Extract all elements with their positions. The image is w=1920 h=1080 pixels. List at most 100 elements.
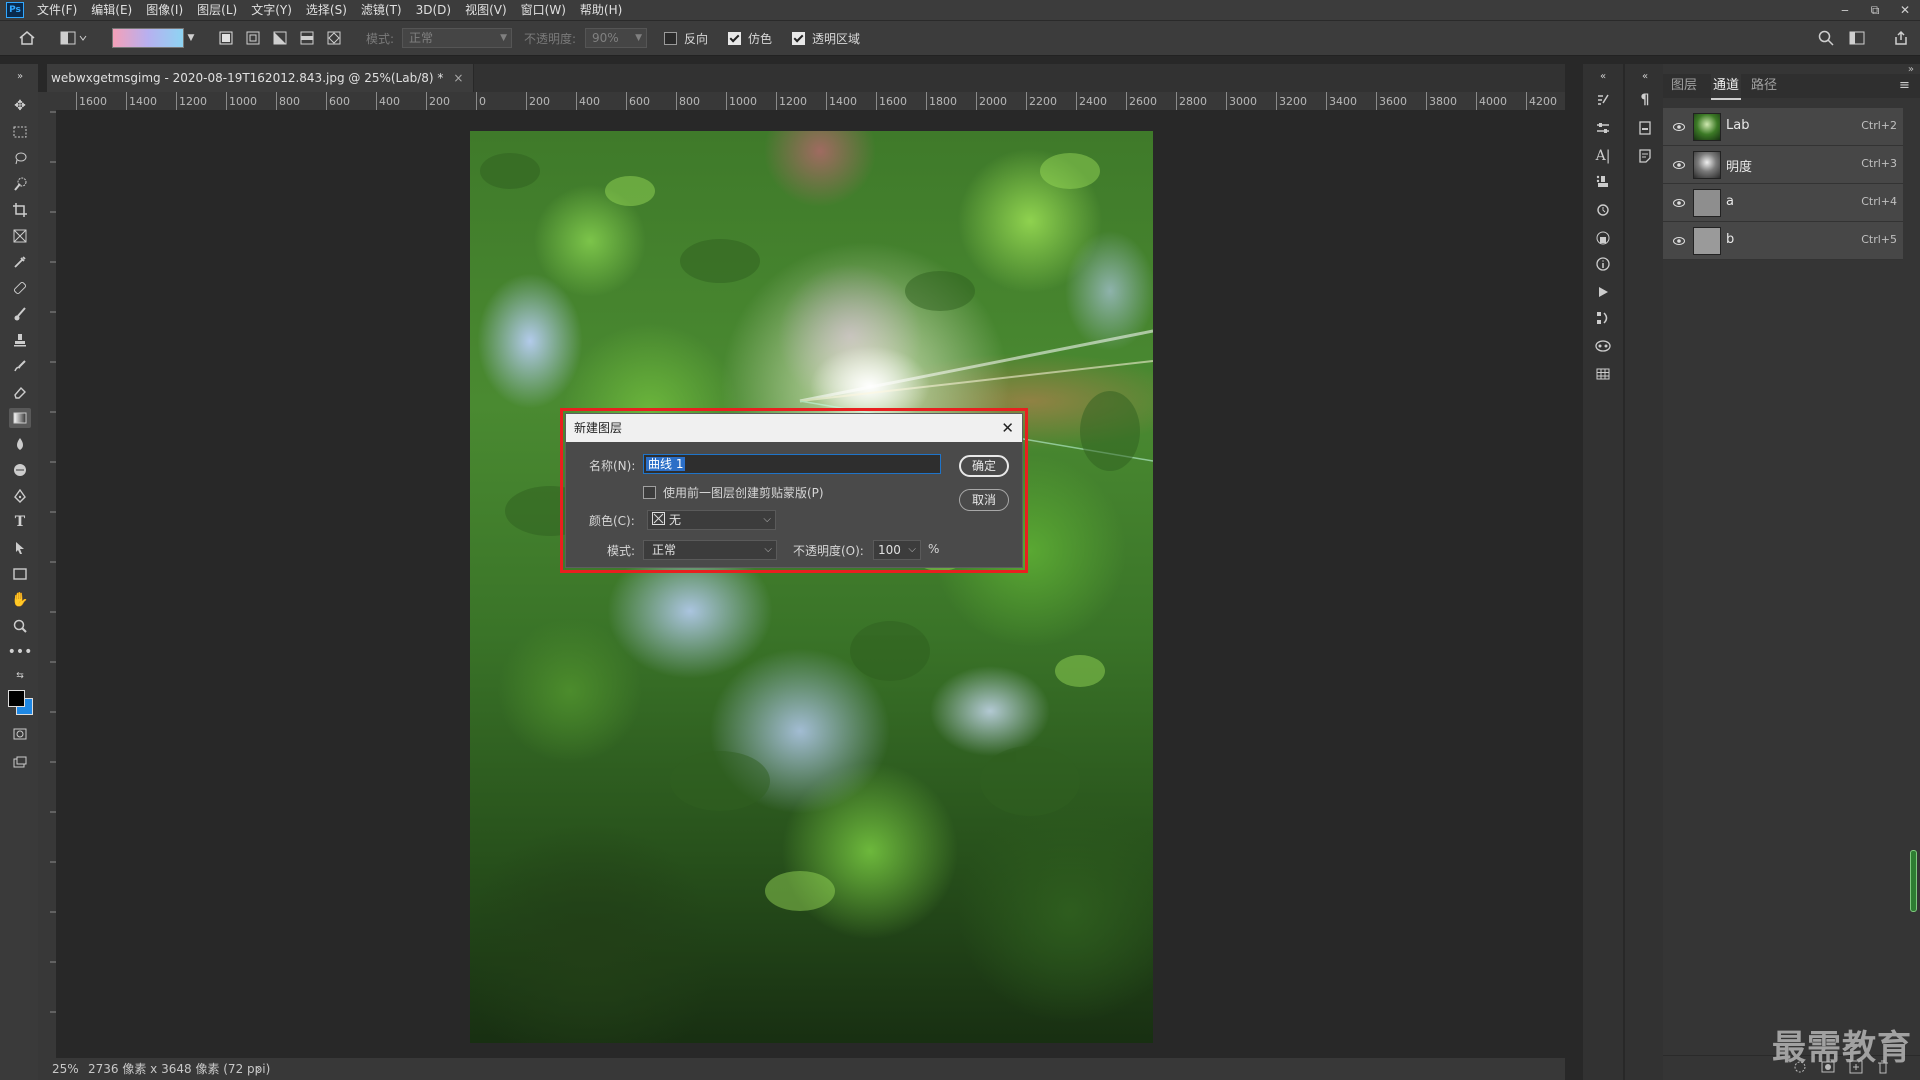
workspace-icon[interactable] <box>1846 28 1868 48</box>
channel-row-b[interactable]: b Ctrl+5 <box>1663 222 1903 260</box>
angle-gradient-icon[interactable] <box>270 28 290 48</box>
dither-checkbox[interactable] <box>728 31 741 45</box>
restore-icon[interactable]: ⧉ <box>1860 0 1890 20</box>
type-tool-icon[interactable]: T <box>9 512 31 532</box>
tool-preset-picker[interactable] <box>58 28 90 48</box>
pen-tool-icon[interactable] <box>9 486 31 506</box>
menu-image[interactable]: 图像(I) <box>139 0 190 20</box>
glyphs-icon[interactable] <box>1634 118 1656 138</box>
rectangle-tool-icon[interactable] <box>9 564 31 584</box>
channel-row-a[interactable]: a Ctrl+4 <box>1663 184 1903 222</box>
close-window-icon[interactable]: ✕ <box>1890 0 1920 20</box>
search-icon[interactable] <box>1815 28 1837 48</box>
eye-icon[interactable] <box>1673 120 1685 134</box>
eraser-tool-icon[interactable] <box>9 382 31 402</box>
dodge-tool-icon[interactable] <box>9 460 31 480</box>
zoom-level[interactable]: 25% <box>52 1058 79 1080</box>
crop-tool-icon[interactable] <box>9 200 31 220</box>
gradient-swatch[interactable] <box>111 28 184 48</box>
history-icon[interactable] <box>1592 200 1614 220</box>
opacity-input[interactable]: 90% ▼ <box>585 28 647 48</box>
notes-icon[interactable] <box>1634 146 1656 166</box>
clone-stamp-tool-icon[interactable] <box>9 330 31 350</box>
menu-type[interactable]: 文字(Y) <box>244 0 299 20</box>
tab-paths[interactable]: 路径 <box>1751 74 1781 98</box>
brush-settings-icon[interactable] <box>1592 90 1614 110</box>
diamond-gradient-icon[interactable] <box>324 28 344 48</box>
gradient-picker[interactable]: ▼ <box>110 28 196 48</box>
eye-icon[interactable] <box>1673 196 1685 210</box>
brush-tool-icon[interactable] <box>9 304 31 324</box>
document-tab[interactable]: webwxgetmsgimg - 2020-08-19T162012.843.j… <box>47 64 475 92</box>
more-tools-icon[interactable]: ••• <box>8 642 33 662</box>
tab-layers[interactable]: 图层 <box>1671 74 1701 98</box>
channel-row-lightness[interactable]: 明度 Ctrl+3 <box>1663 146 1903 184</box>
eye-icon[interactable] <box>1673 234 1685 248</box>
mode-select[interactable]: 正常 ⌵ <box>643 540 777 560</box>
menu-select[interactable]: 选择(S) <box>299 0 354 20</box>
quick-mask-icon[interactable] <box>9 724 31 744</box>
status-menu-arrow[interactable]: › <box>256 1058 261 1080</box>
minimize-icon[interactable]: ‒ <box>1830 0 1860 20</box>
tab-channels[interactable]: 通道 <box>1711 74 1741 100</box>
scrollbar[interactable] <box>1910 850 1917 912</box>
linear-gradient-icon[interactable] <box>216 28 236 48</box>
clone-source-icon[interactable] <box>1592 172 1614 192</box>
chevron-down-icon[interactable]: ⌵ <box>908 541 916 559</box>
color-select[interactable]: 无 ⌵ <box>647 510 776 530</box>
channel-row-lab[interactable]: Lab Ctrl+2 <box>1663 108 1903 146</box>
hand-tool-icon[interactable]: ✋ <box>9 590 31 610</box>
frame-tool-icon[interactable] <box>9 226 31 246</box>
reverse-checkbox[interactable] <box>664 31 677 45</box>
eyedropper-tool-icon[interactable] <box>9 252 31 272</box>
3d-icon[interactable] <box>1592 336 1614 356</box>
quick-selection-tool-icon[interactable] <box>9 174 31 194</box>
character-icon[interactable]: A| <box>1592 146 1614 166</box>
path-selection-tool-icon[interactable] <box>9 538 31 558</box>
checkbox-box[interactable] <box>728 32 741 45</box>
color-swatches[interactable] <box>6 686 34 716</box>
checkbox-box[interactable] <box>792 32 805 45</box>
collapse-icon[interactable]: « <box>1592 66 1614 86</box>
clip-mask-checkbox[interactable] <box>643 486 656 499</box>
gradient-tool-icon[interactable] <box>9 408 31 428</box>
ok-button[interactable]: 确定 <box>959 455 1009 477</box>
zoom-tool-icon[interactable] <box>9 616 31 636</box>
paragraph-icon[interactable]: ¶ <box>1634 90 1656 110</box>
tab-close-icon[interactable]: × <box>453 71 463 85</box>
paths-icon[interactable] <box>1592 308 1614 328</box>
home-icon[interactable] <box>16 28 38 48</box>
foreground-color-swatch[interactable] <box>8 690 25 707</box>
panel-menu-icon[interactable]: ≡ <box>1899 74 1915 98</box>
menu-layer[interactable]: 图层(L) <box>190 0 244 20</box>
marquee-tool-icon[interactable] <box>9 122 31 142</box>
name-input[interactable]: 曲线 1 <box>643 454 941 474</box>
history-brush-tool-icon[interactable] <box>9 356 31 376</box>
menu-help[interactable]: 帮助(H) <box>573 0 629 20</box>
transparency-checkbox[interactable] <box>792 31 805 45</box>
healing-brush-tool-icon[interactable] <box>9 278 31 298</box>
lasso-tool-icon[interactable] <box>9 148 31 168</box>
mode-select[interactable]: 正常 ▼ <box>402 28 512 48</box>
collapse-icon[interactable]: » <box>9 66 31 86</box>
close-icon[interactable]: ✕ <box>1001 414 1014 442</box>
menu-window[interactable]: 窗口(W) <box>514 0 573 20</box>
actions-play-icon[interactable] <box>1592 282 1614 302</box>
share-icon[interactable] <box>1890 28 1912 48</box>
info-icon[interactable] <box>1592 254 1614 274</box>
menu-3d[interactable]: 3D(D) <box>409 0 458 20</box>
screen-mode-icon[interactable] <box>9 752 31 772</box>
move-tool-icon[interactable]: ✥ <box>9 96 31 116</box>
collapse-icon[interactable]: « <box>1634 66 1656 86</box>
cancel-button[interactable]: 取消 <box>959 489 1009 511</box>
radial-gradient-icon[interactable] <box>243 28 263 48</box>
reflected-gradient-icon[interactable] <box>297 28 317 48</box>
checkbox-box[interactable] <box>664 32 677 45</box>
blur-tool-icon[interactable] <box>9 434 31 454</box>
menu-filter[interactable]: 滤镜(T) <box>354 0 409 20</box>
adjustments-icon[interactable] <box>1592 118 1614 138</box>
eye-icon[interactable] <box>1673 158 1685 172</box>
document-image[interactable] <box>470 131 1153 1043</box>
libraries-icon[interactable] <box>1592 228 1614 248</box>
opacity-input[interactable]: 100 ⌵ <box>873 540 921 560</box>
